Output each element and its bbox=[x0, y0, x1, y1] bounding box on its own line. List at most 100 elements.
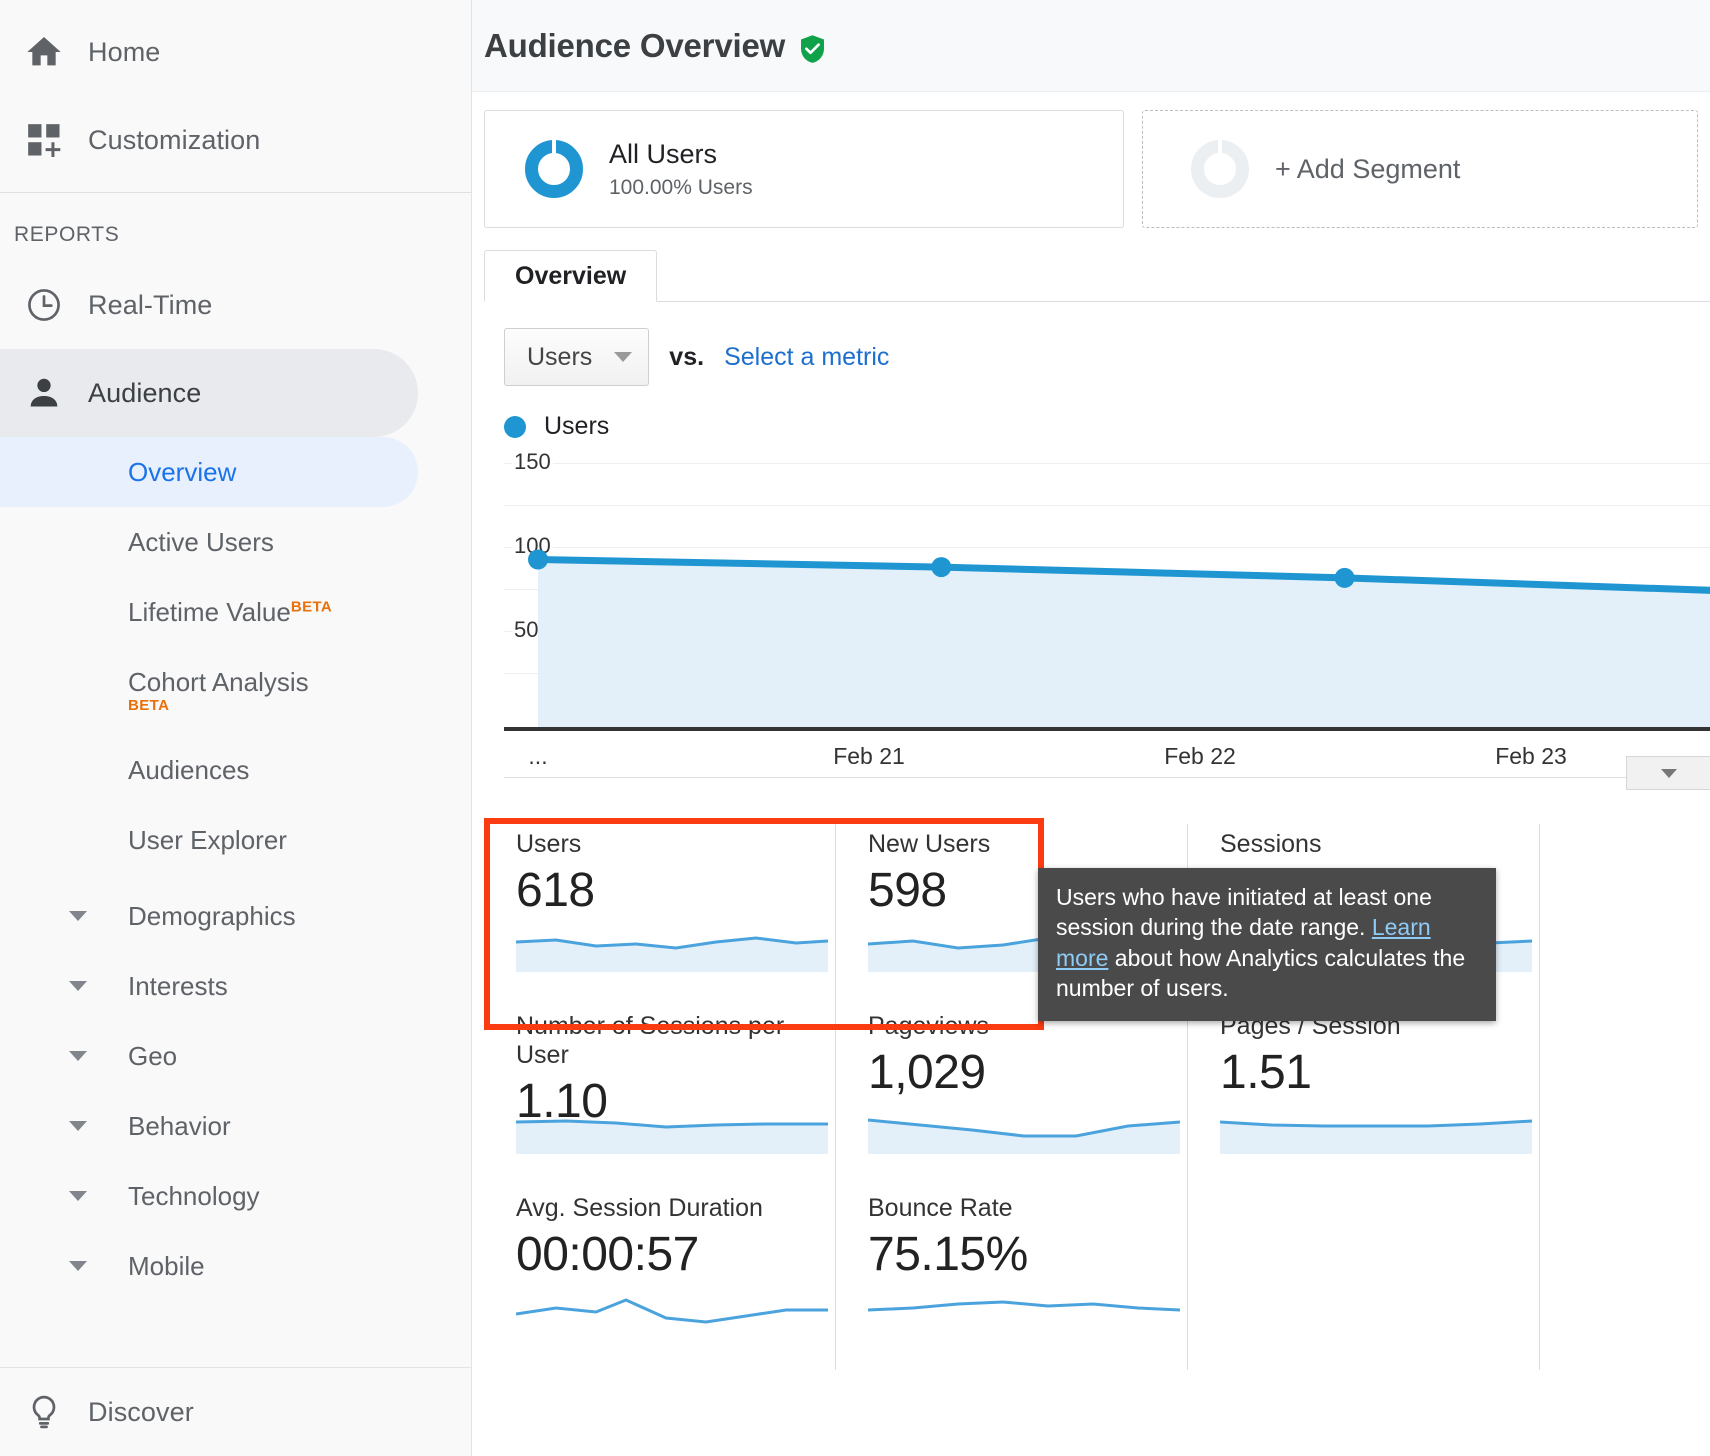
sparkline bbox=[868, 1300, 1180, 1336]
sidebar-subitem-label: Active Users bbox=[128, 526, 274, 557]
sidebar-item-real-time[interactable]: Real-Time bbox=[0, 261, 471, 349]
sidebar-subitem-label: Cohort Analysis BETA bbox=[0, 666, 309, 714]
segment-all-users[interactable]: All Users 100.00% Users bbox=[484, 110, 1124, 228]
add-segment-button[interactable]: + Add Segment bbox=[1142, 110, 1698, 228]
chart-scroll-handle[interactable] bbox=[1626, 756, 1710, 790]
metric-card-users[interactable]: Users 618 bbox=[484, 824, 836, 1006]
segment-bar: All Users 100.00% Users + Add Segment bbox=[472, 92, 1710, 228]
sidebar-group-interests[interactable]: Interests bbox=[0, 951, 471, 1021]
sparkline bbox=[516, 1119, 828, 1154]
sidebar-subitem-text: Cohort Analysis bbox=[128, 666, 309, 697]
legend-label: Users bbox=[544, 412, 610, 440]
chevron-down-icon bbox=[0, 981, 128, 991]
sidebar-group-geo[interactable]: Geo bbox=[0, 1021, 471, 1091]
sidebar-top-nav: Home Customization REPORTS Real-Time Aud… bbox=[0, 0, 471, 1301]
page-title: Audience Overview bbox=[484, 26, 786, 64]
home-icon bbox=[0, 32, 88, 72]
metric-title: New Users bbox=[868, 830, 991, 858]
metric-value: 1.51 bbox=[1220, 1046, 1312, 1099]
chevron-down-icon bbox=[1661, 768, 1677, 778]
metric-cards-row: Avg. Session Duration 00:00:57 Bounce Ra… bbox=[484, 1188, 1710, 1370]
sidebar-subitem-label: User Explorer bbox=[128, 824, 287, 855]
sidebar-item-cohort-analysis[interactable]: Cohort Analysis BETA bbox=[0, 647, 471, 717]
metric-value: 1,029 bbox=[868, 1046, 986, 1099]
primary-metric-label: Users bbox=[527, 342, 593, 371]
metric-tooltip: Users who have initiated at least one se… bbox=[1038, 868, 1496, 1022]
metric-title: Sessions bbox=[1220, 830, 1322, 858]
add-segment-label: + Add Segment bbox=[1275, 153, 1461, 184]
sidebar-item-active-users[interactable]: Active Users bbox=[0, 507, 471, 577]
users-chart: Users 150 100 50 ... Feb 21 Feb 22 Feb 2… bbox=[504, 412, 1710, 790]
chevron-down-icon bbox=[0, 1121, 128, 1131]
chart-footer-line bbox=[504, 777, 1710, 778]
chart-line-svg bbox=[528, 549, 1710, 731]
sidebar-bottom: Discover bbox=[0, 1367, 471, 1456]
shield-check-icon bbox=[799, 34, 826, 64]
tabs-row: Overview bbox=[484, 250, 1710, 302]
metric-title: Number of Sessions per User bbox=[516, 1012, 785, 1069]
x-axis-tick: ... bbox=[528, 743, 548, 769]
sidebar-item-label: Real-Time bbox=[88, 289, 213, 320]
primary-metric-dropdown[interactable]: Users bbox=[504, 328, 650, 386]
chart-plot-area: 150 100 50 bbox=[504, 449, 1710, 731]
lightbulb-icon bbox=[0, 1393, 88, 1431]
metric-title: Users bbox=[516, 830, 582, 858]
tab-overview[interactable]: Overview bbox=[484, 250, 658, 302]
metric-selector-row: Users vs. Select a metric bbox=[504, 328, 1710, 386]
x-axis-tick: Feb 22 bbox=[1164, 743, 1236, 769]
sidebar-subitem-label: Lifetime ValueBETA bbox=[0, 597, 332, 628]
sidebar-group-demographics[interactable]: Demographics bbox=[0, 881, 471, 951]
beta-badge: BETA bbox=[128, 696, 170, 714]
segment-name: All Users bbox=[609, 139, 718, 170]
sidebar-group-behavior[interactable]: Behavior bbox=[0, 1091, 471, 1161]
x-axis-tick: Feb 23 bbox=[1495, 743, 1567, 769]
segment-text: All Users 100.00% Users bbox=[609, 138, 753, 200]
page-header: Audience Overview bbox=[472, 0, 1710, 92]
main-content: Audience Overview All Users 100.00% User… bbox=[472, 0, 1710, 1456]
metric-value: 75.15% bbox=[868, 1228, 1028, 1281]
metric-card-sessions-per-user[interactable]: Number of Sessions per User 1.10 bbox=[484, 1006, 836, 1188]
chart-data-point[interactable] bbox=[931, 557, 952, 578]
metric-value: 618 bbox=[516, 864, 595, 917]
sidebar-item-discover[interactable]: Discover bbox=[0, 1368, 471, 1456]
clock-icon bbox=[0, 286, 88, 324]
tab-label: Overview bbox=[515, 261, 627, 290]
sidebar-group-label: Mobile bbox=[128, 1250, 205, 1281]
sidebar-item-overview[interactable]: Overview bbox=[0, 437, 418, 507]
sidebar-item-customization[interactable]: Customization bbox=[0, 96, 471, 184]
sidebar-item-home[interactable]: Home bbox=[0, 8, 471, 96]
chart-legend: Users bbox=[504, 412, 1710, 441]
sparkline bbox=[1220, 1119, 1532, 1154]
x-axis-labels: ... Feb 21 Feb 22 Feb 23 bbox=[504, 731, 1710, 777]
segment-donut-placeholder-icon bbox=[1191, 140, 1249, 198]
sparkline bbox=[868, 1118, 1180, 1154]
google-analytics-app: Home Customization REPORTS Real-Time Aud… bbox=[0, 0, 1710, 1456]
metric-card-avg-session-duration[interactable]: Avg. Session Duration 00:00:57 bbox=[484, 1188, 836, 1370]
chevron-down-icon bbox=[0, 1191, 128, 1201]
sidebar-group-technology[interactable]: Technology bbox=[0, 1161, 471, 1231]
chart-data-point[interactable] bbox=[528, 549, 548, 570]
sidebar-item-label: Home bbox=[88, 36, 161, 67]
metric-card-bounce-rate[interactable]: Bounce Rate 75.15% bbox=[836, 1188, 1188, 1370]
metric-card-pageviews[interactable]: Pageviews 1,029 bbox=[836, 1006, 1188, 1188]
sidebar-item-audience[interactable]: Audience bbox=[0, 349, 418, 437]
metric-card-pages-per-session[interactable]: Pages / Session 1.51 bbox=[1188, 1006, 1540, 1188]
sidebar-group-label: Demographics bbox=[128, 900, 296, 931]
metric-title: Bounce Rate bbox=[868, 1194, 1013, 1222]
chart-data-point[interactable] bbox=[1334, 567, 1355, 588]
sparkline bbox=[516, 936, 828, 972]
sidebar-group-label: Behavior bbox=[128, 1110, 231, 1141]
metric-card-empty bbox=[1188, 1188, 1540, 1370]
sidebar-item-audiences[interactable]: Audiences bbox=[0, 735, 471, 805]
chevron-down-icon bbox=[0, 1261, 128, 1271]
person-icon bbox=[0, 374, 88, 412]
sidebar-item-lifetime-value[interactable]: Lifetime ValueBETA bbox=[0, 577, 471, 647]
metric-value: 00:00:57 bbox=[516, 1228, 699, 1281]
legend-color-swatch bbox=[504, 415, 526, 438]
sidebar-item-label: Discover bbox=[88, 1396, 194, 1427]
metric-cards-row: Number of Sessions per User 1.10 Pagevie… bbox=[484, 1006, 1710, 1188]
sidebar-group-mobile[interactable]: Mobile bbox=[0, 1231, 471, 1301]
sidebar-item-label: Customization bbox=[88, 124, 261, 155]
select-a-metric-link[interactable]: Select a metric bbox=[724, 343, 889, 372]
sidebar-item-user-explorer[interactable]: User Explorer bbox=[0, 805, 471, 875]
